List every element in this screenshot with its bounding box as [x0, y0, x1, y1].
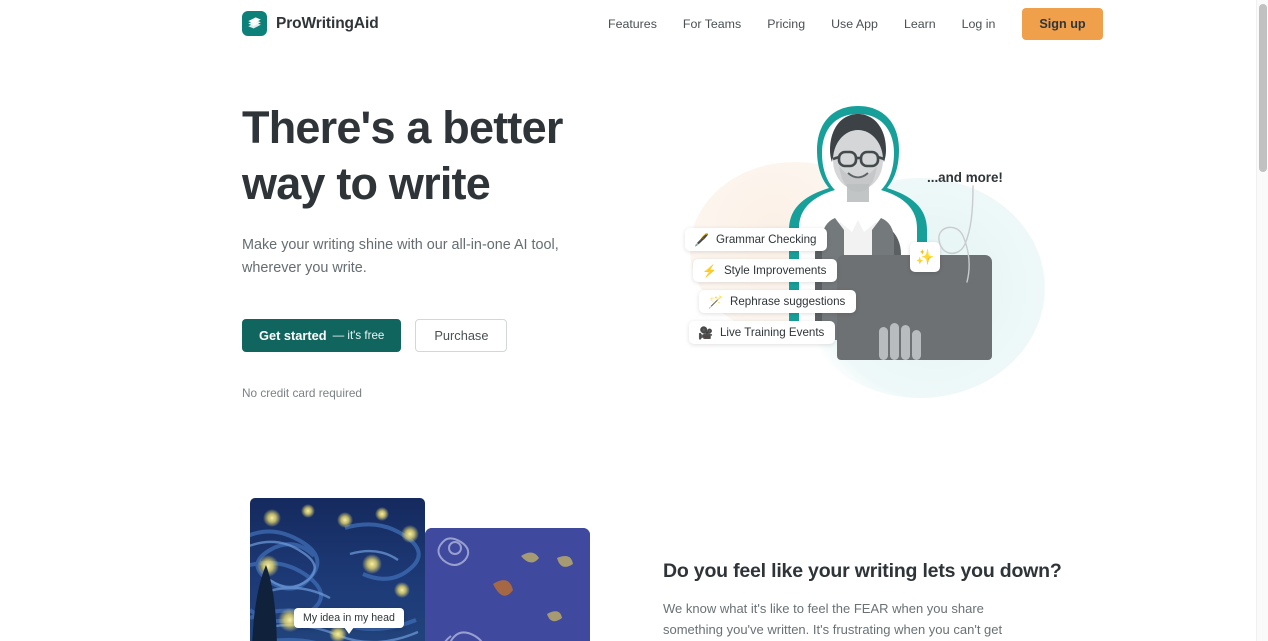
lower-section: My idea in my head Do you feel like your… — [0, 470, 1256, 641]
page-scrollbar[interactable] — [1256, 0, 1268, 641]
magic-wand-icon: 🪄 — [708, 294, 723, 309]
hero-section: There's a better way to write Make your … — [0, 0, 1256, 470]
get-started-button[interactable]: Get started — it's free — [242, 319, 402, 353]
hero-title-line-2: way to write — [242, 157, 491, 209]
feature-chip-label: Style Improvements — [723, 264, 827, 277]
image-caption-tooltip: My idea in my head — [294, 608, 404, 634]
feature-chip-live-training-events: 🎥 Live Training Events — [689, 321, 836, 344]
hero-copy: There's a better way to write Make your … — [242, 100, 642, 400]
feature-chip-label: Rephrase suggestions — [729, 295, 846, 308]
feature-chip-grammar-checking: 🖋️ Grammar Checking — [685, 228, 828, 251]
book-pages-icon — [242, 11, 267, 36]
and-more-annotation: ...and more! — [927, 170, 1003, 185]
site-header: ProWritingAid Features For Teams Pricing… — [0, 0, 1256, 48]
nav-item-features[interactable]: Features — [600, 0, 670, 48]
brand-logo-link[interactable]: ProWritingAid — [242, 11, 379, 36]
hero-subtitle: Make your writing shine with our all-in-… — [242, 236, 559, 276]
hero-illustration: ✨ 🖋️ Grammar Checking ⚡ Style Improvemen… — [655, 100, 1055, 400]
nav-item-for-teams[interactable]: For Teams — [670, 0, 754, 48]
sketch-panel-image — [425, 528, 590, 641]
pen-icon: 🖋️ — [694, 232, 709, 247]
hero-cta-row: Get started — it's free Purchase — [242, 319, 642, 353]
video-camera-icon: 🎥 — [698, 325, 713, 340]
lower-section-body: We know what it's like to feel the FEAR … — [663, 601, 1003, 638]
lightning-icon: ⚡ — [702, 263, 717, 278]
nav-item-log-in[interactable]: Log in — [949, 0, 1009, 48]
starry-night-image: My idea in my head — [250, 498, 425, 641]
nav-item-pricing[interactable]: Pricing — [754, 0, 818, 48]
get-started-free-note: — it's free — [332, 329, 385, 343]
nav-item-use-app[interactable]: Use App — [818, 0, 891, 48]
feature-chip-label: Grammar Checking — [715, 233, 817, 246]
feature-chip-list: 🖋️ Grammar Checking ⚡ Style Improvements… — [685, 228, 865, 352]
purchase-button[interactable]: Purchase — [415, 319, 508, 353]
brand-name: ProWritingAid — [276, 14, 379, 32]
page-title: There's a better way to write — [242, 100, 642, 212]
lower-section-title: Do you feel like your writing lets you d… — [663, 560, 1062, 582]
get-started-label: Get started — [259, 328, 327, 344]
page-viewport: ProWritingAid Features For Teams Pricing… — [0, 0, 1268, 641]
feature-chip-label: Live Training Events — [719, 326, 825, 339]
scrollbar-thumb[interactable] — [1259, 4, 1267, 172]
balloon-squiggle-decoration — [927, 184, 997, 289]
nav-item-learn[interactable]: Learn — [891, 0, 949, 48]
sign-up-button[interactable]: Sign up — [1022, 8, 1103, 40]
feature-chip-rephrase-suggestions: 🪄 Rephrase suggestions — [699, 290, 857, 313]
feature-chip-style-improvements: ⚡ Style Improvements — [693, 259, 838, 282]
no-credit-card-note: No credit card required — [242, 386, 362, 401]
hero-title-line-1: There's a better — [242, 102, 563, 153]
main-nav: Features For Teams Pricing Use App Learn… — [600, 0, 1103, 48]
lower-copy: Do you feel like your writing lets you d… — [663, 560, 1062, 641]
